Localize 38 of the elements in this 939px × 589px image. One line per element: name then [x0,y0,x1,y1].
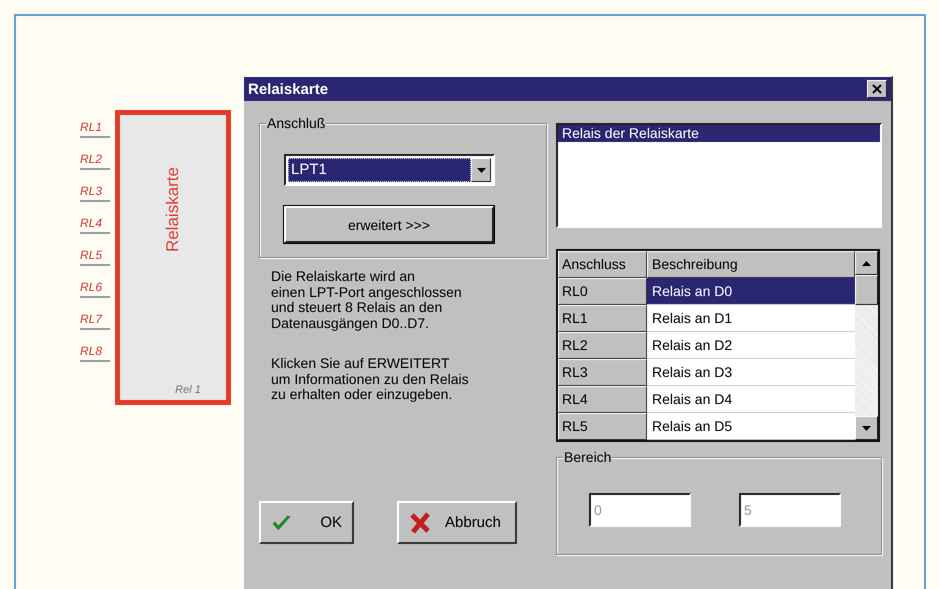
pin-label: RL3 [80,183,110,202]
column-header[interactable]: Beschreibung [647,251,855,278]
cancel-button[interactable]: Abbruch [397,501,517,544]
up-arrow-icon [862,260,871,266]
close-icon [872,84,882,94]
description-text: Klicken Sie auf ERWEITERT um Informationen zu den Relais zu erhalten oder einzugeben. [271,356,470,402]
block-title: Relaiskarte [163,167,183,252]
pin-label: RL6 [80,279,110,298]
pin-label: RL4 [80,215,110,234]
pin-label: RL5 [80,247,110,266]
group-label: Anschluß [266,115,326,131]
description-text: Die Relaiskarte wird an einen LPT-Port angeschlossen und steuert 8 Relais an den Datenausgängen D0..D7. [271,269,463,331]
down-arrow-icon [862,426,871,430]
scroll-down-button[interactable] [855,416,878,440]
pin-label: RL1 [80,119,110,138]
dropdown-arrow-icon [476,168,486,172]
window-title: Relaiskarte [248,80,328,98]
close-button[interactable] [867,80,887,98]
ok-button[interactable]: OK [259,501,354,544]
row-header: RL3 [558,359,647,386]
cross-icon [409,512,431,534]
row-header: RL0 [558,278,647,305]
list-item[interactable]: Relais der Relaiskarte [558,125,880,142]
pin-label: RL2 [80,151,110,170]
table-cell[interactable]: Relais an D0 [647,278,855,305]
block-reference: Rel 1 [175,384,201,398]
group-label: Bereich [563,449,612,465]
pin-label: RL8 [80,343,110,362]
port-dropdown[interactable]: LPT1 [284,154,495,186]
row-header: RL4 [558,386,647,413]
pin-label: RL7 [80,311,110,330]
scroll-up-button[interactable] [855,251,878,275]
scrollbar-thumb[interactable] [855,275,878,305]
column-header[interactable]: Anschluss [558,251,647,278]
row-header: RL5 [558,413,647,440]
row-header: RL2 [558,332,647,359]
extended-button[interactable]: erweitert >>> [284,206,494,243]
row-header: RL1 [558,305,647,332]
